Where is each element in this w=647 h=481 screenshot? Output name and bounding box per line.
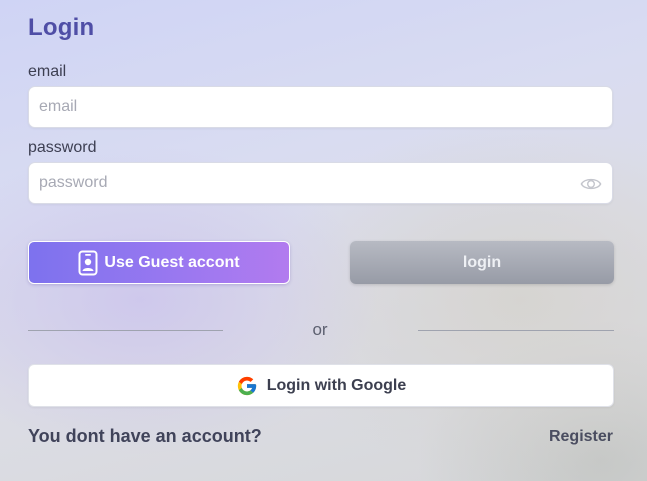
eye-icon[interactable] <box>580 174 602 194</box>
email-label: email <box>28 63 67 80</box>
divider-or-text: or <box>312 320 328 339</box>
email-field-container <box>28 86 613 128</box>
email-input[interactable] <box>29 87 612 127</box>
password-label: password <box>28 139 97 156</box>
register-link[interactable]: Register <box>549 428 613 446</box>
page-title: Login <box>28 14 95 41</box>
login-button[interactable]: login <box>350 241 614 284</box>
google-logo-icon <box>236 375 258 397</box>
password-input[interactable] <box>29 163 612 203</box>
google-login-label: Login with Google <box>266 376 407 394</box>
google-login-button[interactable]: Login with Google <box>28 364 614 407</box>
password-field-container <box>28 162 613 204</box>
guest-badge-icon <box>78 250 98 276</box>
guest-account-button[interactable]: Use Guest accont <box>28 241 290 284</box>
divider-line-right <box>418 330 614 331</box>
guest-account-label: Use Guest accont <box>104 253 240 271</box>
divider-line-left <box>28 330 223 331</box>
no-account-prompt: You dont have an account? <box>28 426 262 446</box>
login-button-label: login <box>462 253 502 271</box>
